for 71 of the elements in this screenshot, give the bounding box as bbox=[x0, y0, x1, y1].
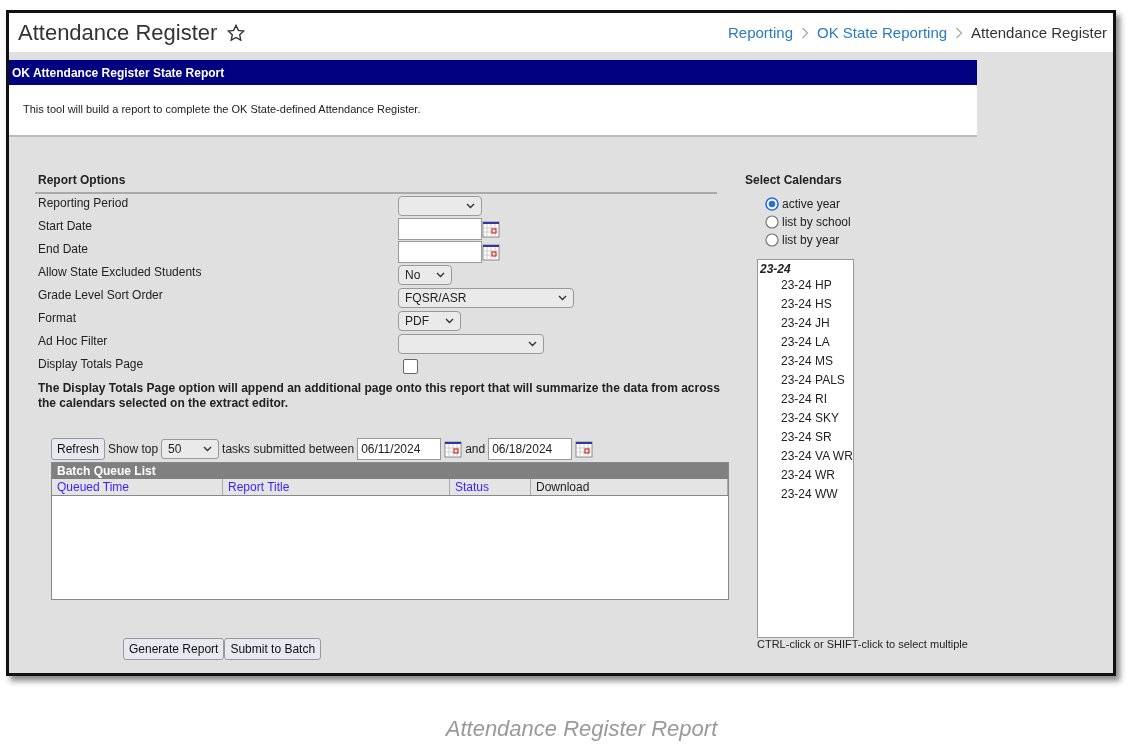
refresh-button[interactable]: Refresh bbox=[51, 438, 106, 460]
list-item[interactable]: 23-24 HP bbox=[758, 276, 853, 295]
dropdown[interactable] bbox=[398, 195, 482, 216]
list-item[interactable]: 23-24 SKY bbox=[758, 409, 853, 428]
radio-option[interactable]: active year bbox=[765, 197, 968, 211]
column-header[interactable]: Status bbox=[450, 479, 531, 495]
column-header: Download bbox=[531, 479, 728, 495]
star-icon[interactable] bbox=[227, 23, 246, 42]
section-heading: Select Calendars bbox=[745, 173, 843, 187]
column-header[interactable]: Queued Time bbox=[52, 479, 223, 495]
list-item[interactable]: 23-24 PALS bbox=[758, 371, 853, 390]
column-header[interactable]: Report Title bbox=[223, 479, 450, 495]
dropdown[interactable]: PDF bbox=[398, 310, 461, 331]
date-field[interactable]: 06/11/2024 bbox=[357, 438, 442, 460]
radio-option[interactable]: list by year bbox=[765, 233, 968, 247]
checkbox[interactable] bbox=[403, 359, 418, 374]
date-field[interactable] bbox=[398, 240, 482, 263]
list-item[interactable]: 23-24 VA WR bbox=[758, 447, 853, 466]
panel-description: This tool will build a report to complete the OK State-defined Attendance Register. bbox=[9, 85, 977, 137]
table-title-bar: Batch Queue List bbox=[52, 463, 728, 479]
field-label: Allow State Excluded Students bbox=[38, 264, 203, 279]
list-item[interactable]: 23-24 LA bbox=[758, 333, 853, 352]
dropdown[interactable]: FQSR/ASR bbox=[398, 287, 574, 308]
dropdown[interactable] bbox=[398, 333, 544, 354]
between-label: tasks submitted between bbox=[222, 442, 355, 456]
chevron-icon bbox=[801, 26, 809, 39]
section-heading: Report Options bbox=[35, 173, 717, 194]
calendar-icon bbox=[575, 440, 594, 458]
calendar-icon bbox=[482, 219, 500, 238]
calendar-list[interactable]: 23-24 23-24 HP 23-24 HS 23-24 JH 23-24 LA 23-24 MS 23-24 PALS 23-24 RI 23-24 SKY 23-24 SR 23-24 VA WR 23-24 WR 23-24 WW bbox=[757, 259, 854, 638]
radio-option[interactable]: list by school bbox=[765, 215, 968, 229]
breadcrumb-link[interactable]: Reporting bbox=[727, 24, 793, 41]
panel-title-bar: OK Attendance Register State Report bbox=[9, 60, 977, 85]
list-item[interactable]: 23-24 MS bbox=[758, 352, 853, 371]
hint-text: CTRL-click or SHIFT-click to select multiple bbox=[757, 638, 968, 650]
list-item[interactable]: 23-24 RI bbox=[758, 390, 853, 409]
list-item[interactable]: 23-24 SR bbox=[758, 428, 853, 447]
count-dropdown[interactable]: 50 bbox=[161, 439, 220, 459]
caret-icon bbox=[558, 294, 567, 301]
caret-icon bbox=[528, 340, 537, 347]
caret-icon bbox=[203, 446, 213, 452]
date-field[interactable] bbox=[398, 217, 482, 240]
field-label: Reporting Period bbox=[38, 195, 130, 210]
field-label: Display Totals Page bbox=[38, 356, 145, 371]
list-item[interactable]: 23-24 WR bbox=[758, 466, 853, 485]
field-label: Ad Hoc Filter bbox=[38, 333, 109, 348]
list-item[interactable]: 23-24 HS bbox=[758, 295, 853, 314]
breadcrumb-current: Attendance Register bbox=[971, 24, 1107, 41]
action-button[interactable]: Generate Report bbox=[123, 638, 225, 660]
option-note: The Display Totals Page option will append an additional page onto this report that will summarize the data from across the calendars selected on the extract editor. bbox=[37, 380, 721, 411]
and-label: and bbox=[465, 442, 486, 456]
field-label: End Date bbox=[38, 241, 90, 256]
dropdown[interactable]: No bbox=[398, 264, 452, 285]
breadcrumb-link[interactable]: OK State Reporting bbox=[817, 24, 948, 41]
figure-caption: Attendance Register Report bbox=[444, 716, 719, 742]
caret-icon bbox=[436, 271, 445, 278]
list-group-label: 23-24 bbox=[759, 262, 792, 276]
list-item[interactable]: 23-24 JH bbox=[758, 314, 853, 333]
caret-icon bbox=[445, 317, 454, 324]
calendar-icon bbox=[482, 242, 500, 261]
show-top-label: Show top bbox=[108, 442, 159, 456]
date-field[interactable]: 06/18/2024 bbox=[488, 438, 573, 460]
action-button[interactable]: Submit to Batch bbox=[224, 638, 322, 660]
calendar-icon bbox=[444, 440, 463, 458]
list-item[interactable]: 23-24 WW bbox=[758, 485, 853, 504]
chevron-icon bbox=[955, 26, 964, 39]
page-title: Attendance Register bbox=[18, 19, 218, 46]
caret-icon bbox=[466, 202, 475, 209]
field-label: Format bbox=[38, 310, 77, 325]
field-label: Start Date bbox=[38, 218, 94, 233]
field-label: Grade Level Sort Order bbox=[38, 287, 164, 302]
